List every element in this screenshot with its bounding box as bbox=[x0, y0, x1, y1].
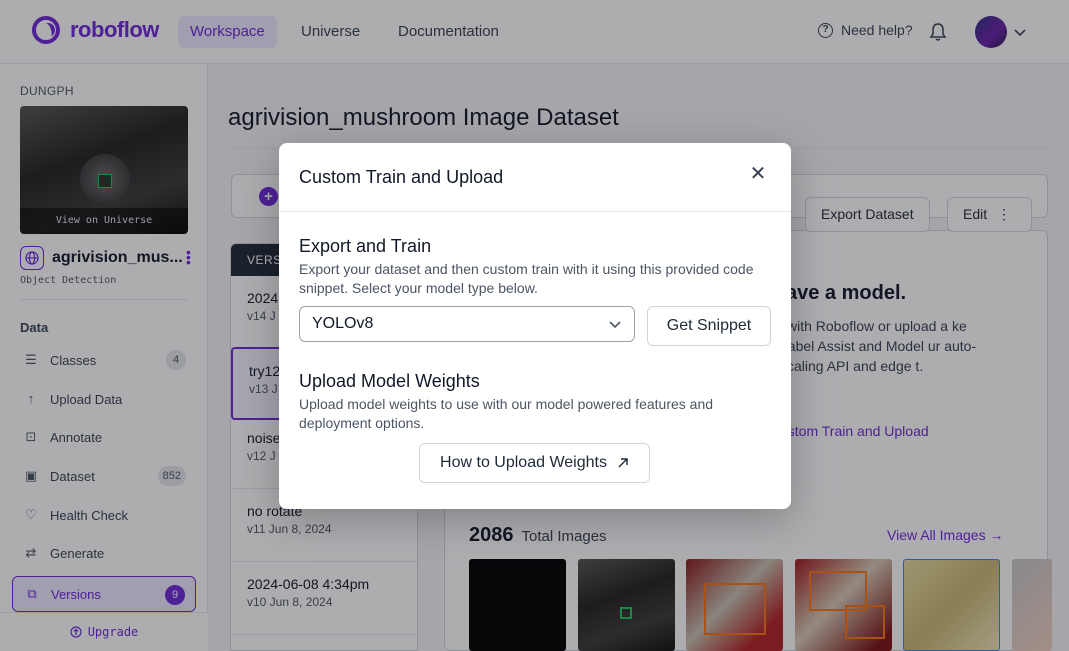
export-train-description: Export your dataset and then custom trai… bbox=[299, 261, 754, 296]
model-type-value: YOLOv8 bbox=[312, 315, 374, 332]
how-to-upload-label: How to Upload Weights bbox=[440, 454, 607, 471]
how-to-upload-weights-button[interactable]: How to Upload Weights bbox=[419, 443, 650, 483]
close-icon[interactable]: ✕ bbox=[749, 164, 767, 184]
get-snippet-button[interactable]: Get Snippet bbox=[647, 306, 771, 346]
export-train-heading: Export and Train bbox=[299, 236, 432, 256]
model-type-select[interactable]: YOLOv8 bbox=[299, 306, 635, 342]
custom-train-modal: Custom Train and Upload ✕ Export and Tra… bbox=[279, 143, 791, 509]
upload-weights-heading: Upload Model Weights bbox=[299, 371, 480, 391]
chevron-down-icon bbox=[609, 321, 621, 329]
external-link-icon bbox=[618, 458, 628, 468]
modal-title: Custom Train and Upload bbox=[299, 167, 504, 187]
upload-weights-description: Upload model weights to use with our mod… bbox=[299, 396, 714, 431]
modal-header: Custom Train and Upload ✕ bbox=[279, 143, 791, 212]
